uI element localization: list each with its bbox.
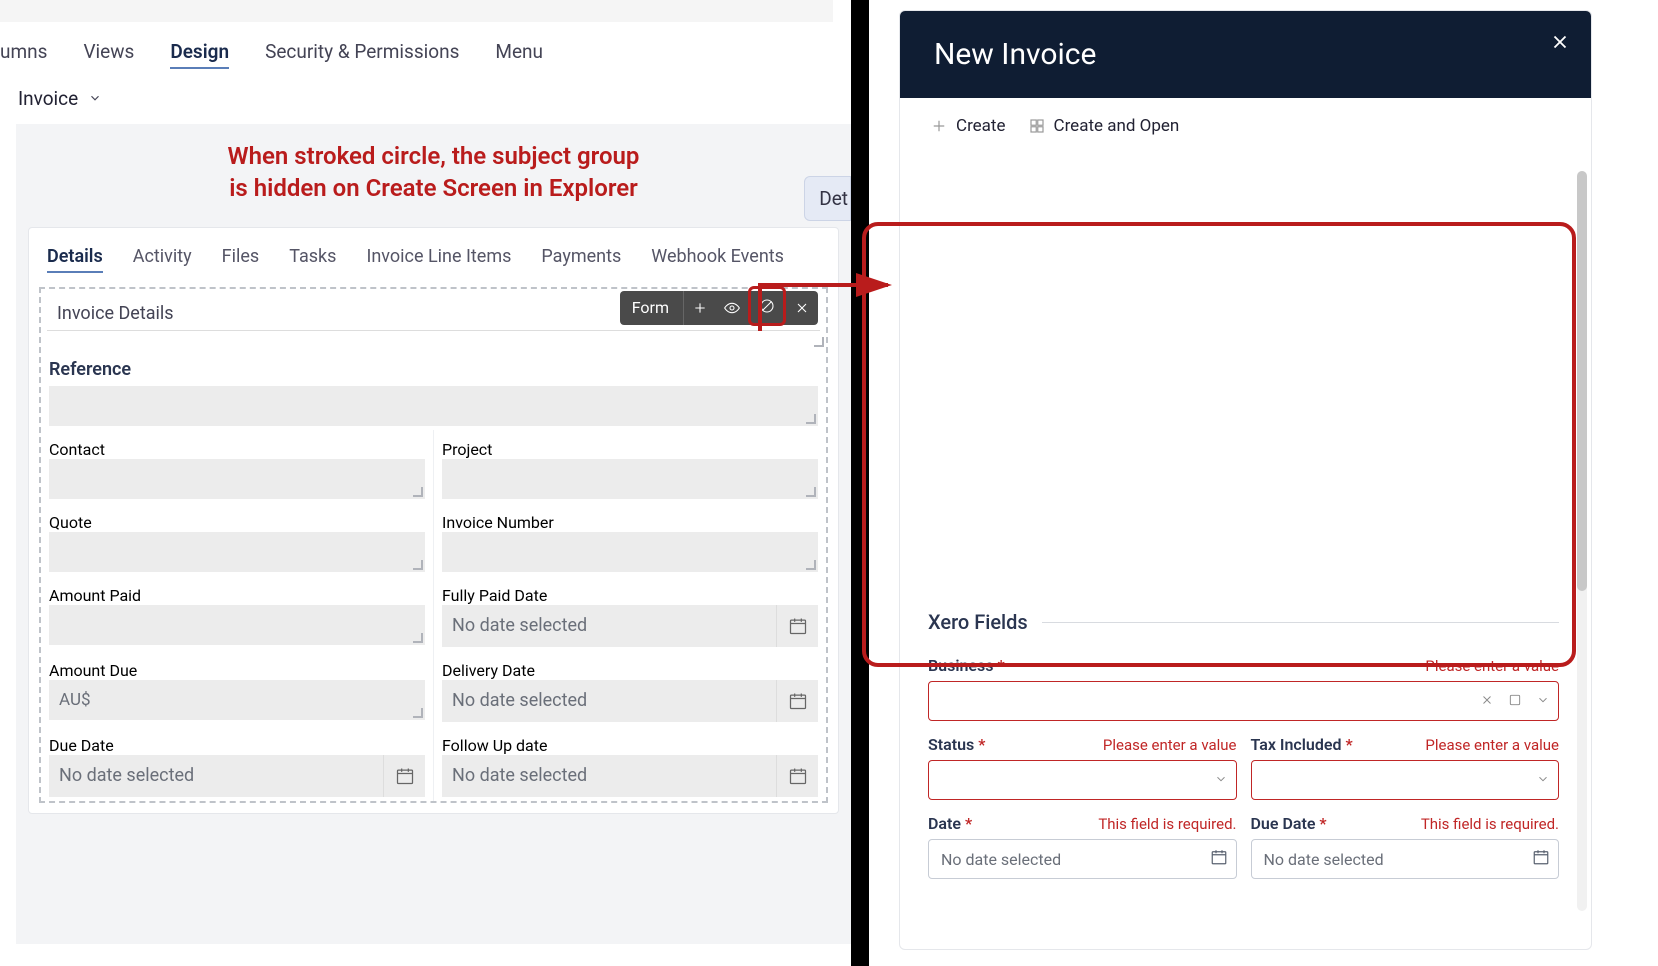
err-date: This field is required. (1098, 815, 1236, 833)
input-due-date-r[interactable]: No date selected (1251, 839, 1560, 879)
annotation-text: When stroked circle, the subject group i… (16, 124, 851, 205)
form-zone[interactable]: Form Invoice Details Reference (39, 287, 828, 803)
label-due-date: Due Date (49, 736, 425, 755)
label-contact: Contact (49, 440, 425, 459)
label-project: Project (442, 440, 818, 459)
label-date: Date * (928, 814, 972, 833)
input-followup-date[interactable]: No date selected (442, 755, 818, 797)
plus-icon[interactable] (684, 291, 716, 325)
create-and-open-button[interactable]: Create and Open (1028, 116, 1180, 136)
input-amount-paid[interactable] (49, 605, 425, 645)
itab-webhook[interactable]: Webhook Events (651, 246, 784, 273)
chevron-down-icon[interactable] (1214, 771, 1228, 790)
tab-columns[interactable]: umns (0, 40, 47, 69)
tab-views[interactable]: Views (83, 40, 134, 69)
modal-title: New Invoice (934, 37, 1559, 72)
breadcrumb-label: Invoice (18, 87, 78, 110)
input-reference[interactable] (49, 386, 818, 426)
input-contact[interactable] (49, 459, 425, 499)
label-invoice-number: Invoice Number (442, 513, 818, 532)
label-reference: Reference (49, 359, 818, 386)
err-tax-included: Please enter a value (1425, 736, 1559, 754)
input-business[interactable] (928, 681, 1559, 721)
input-due-date[interactable]: No date selected (49, 755, 425, 797)
tab-design[interactable]: Design (170, 40, 229, 69)
input-invoice-number[interactable] (442, 532, 818, 572)
scrollbar[interactable] (1577, 171, 1587, 911)
itab-lineitems[interactable]: Invoice Line Items (366, 246, 511, 273)
form-toolbar-label: Form (620, 291, 684, 325)
chevron-down-icon[interactable] (1536, 692, 1550, 711)
inner-tabs: Details Activity Files Tasks Invoice Lin… (29, 228, 838, 281)
input-fully-paid-date[interactable]: No date selected (442, 605, 818, 647)
clear-icon[interactable] (1480, 692, 1494, 711)
input-project[interactable] (442, 459, 818, 499)
breadcrumb[interactable]: Invoice (0, 83, 851, 124)
label-tax-included: Tax Included * (1251, 735, 1353, 754)
top-strip (0, 0, 833, 22)
chevron-down-icon (88, 87, 102, 110)
label-delivery-date: Delivery Date (442, 661, 818, 680)
label-amount-due: Amount Due (49, 661, 425, 680)
itab-tasks[interactable]: Tasks (289, 246, 336, 273)
scrollbar-thumb[interactable] (1577, 171, 1587, 591)
itab-files[interactable]: Files (222, 246, 260, 273)
itab-payments[interactable]: Payments (541, 246, 621, 273)
eye-icon[interactable] (716, 291, 748, 325)
input-date[interactable]: No date selected (928, 839, 1237, 879)
calendar-icon[interactable] (1210, 848, 1228, 870)
input-status[interactable] (928, 760, 1237, 800)
label-quote: Quote (49, 513, 425, 532)
chevron-down-icon[interactable] (1536, 771, 1550, 790)
close-icon[interactable] (786, 291, 818, 325)
annotation-box (862, 222, 1576, 667)
close-icon[interactable] (1549, 31, 1571, 57)
calendar-icon[interactable] (1532, 848, 1550, 870)
top-tabs: umns Views Design Security & Permissions… (0, 30, 851, 83)
create-button[interactable]: Create (930, 116, 1006, 136)
label-followup-date: Follow Up date (442, 736, 818, 755)
label-status: Status * (928, 735, 985, 754)
label-amount-paid: Amount Paid (49, 586, 425, 605)
calendar-icon[interactable] (776, 605, 818, 647)
input-amount-due[interactable]: AU$ (49, 680, 425, 720)
details-side-button[interactable]: Det (804, 176, 851, 221)
input-quote[interactable] (49, 532, 425, 572)
itab-details[interactable]: Details (47, 246, 103, 273)
tab-menu[interactable]: Menu (495, 40, 543, 69)
err-status: Please enter a value (1103, 736, 1237, 754)
form-toolbar: Form (620, 291, 818, 325)
calendar-icon[interactable] (776, 680, 818, 722)
itab-activity[interactable]: Activity (133, 246, 192, 273)
calendar-icon[interactable] (776, 755, 818, 797)
label-fully-paid-date: Fully Paid Date (442, 586, 818, 605)
input-delivery-date[interactable]: No date selected (442, 680, 818, 722)
err-due-date-r: This field is required. (1421, 815, 1559, 833)
hide-on-create-icon[interactable] (748, 286, 786, 326)
input-tax-included[interactable] (1251, 760, 1560, 800)
link-icon[interactable] (1508, 692, 1522, 711)
calendar-icon[interactable] (383, 755, 425, 797)
tab-security[interactable]: Security & Permissions (265, 40, 459, 69)
label-due-date-r: Due Date * (1251, 814, 1327, 833)
